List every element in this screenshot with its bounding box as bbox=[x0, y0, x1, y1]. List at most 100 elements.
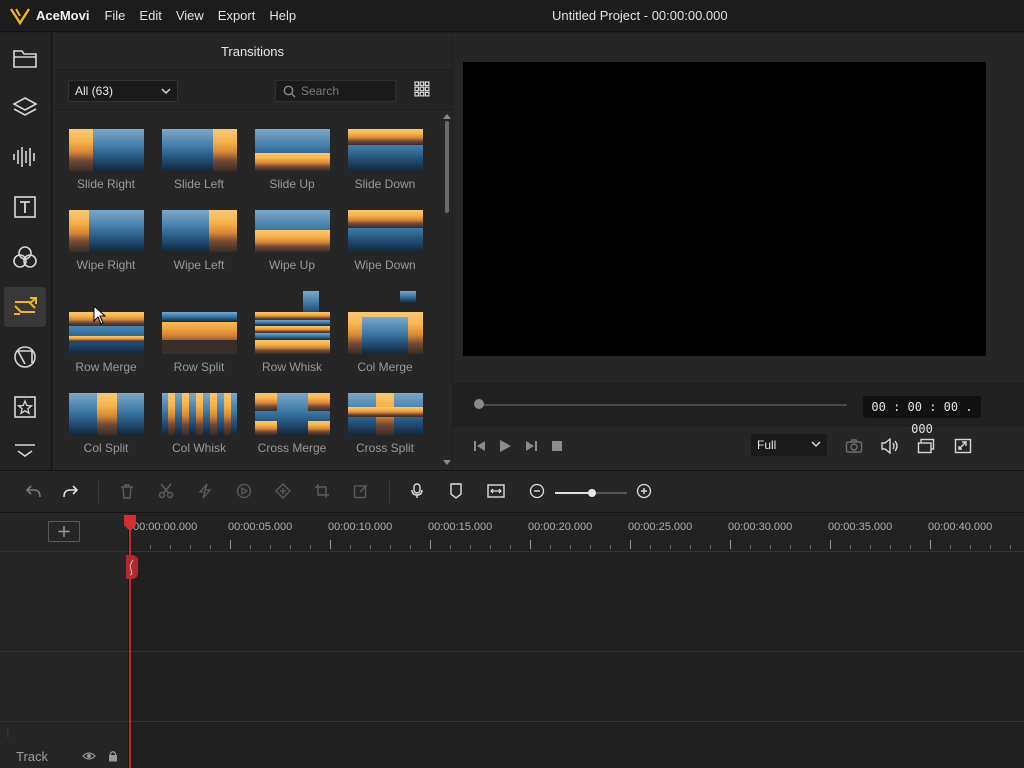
transition-item[interactable]: Cross Split bbox=[345, 393, 425, 455]
menu-export[interactable]: Export bbox=[211, 0, 263, 32]
transition-item[interactable]: Col Merge bbox=[345, 291, 425, 374]
plus-icon bbox=[58, 526, 70, 537]
category-select[interactable]: All (63) bbox=[68, 80, 178, 102]
edit-icon[interactable] bbox=[353, 483, 369, 499]
sidebar-item-overlay[interactable] bbox=[4, 337, 46, 377]
zoom-out-icon[interactable] bbox=[529, 483, 545, 499]
progress-track[interactable] bbox=[480, 404, 847, 406]
ruler-label: 00:00:05.000 bbox=[228, 521, 293, 533]
zoom-slider-handle[interactable] bbox=[588, 489, 596, 497]
transition-item[interactable]: Slide Down bbox=[345, 129, 425, 191]
thumbnail bbox=[254, 291, 330, 354]
sidebar-item-audio[interactable] bbox=[4, 137, 46, 177]
volume-icon[interactable] bbox=[880, 438, 900, 454]
grid-view-button[interactable] bbox=[414, 81, 430, 97]
ruler-tick bbox=[170, 545, 171, 549]
ruler-tick bbox=[850, 545, 851, 549]
marker-icon[interactable] bbox=[448, 483, 464, 499]
transition-item[interactable]: Slide Up bbox=[252, 129, 332, 191]
thumbnail bbox=[347, 291, 423, 354]
undo-icon[interactable] bbox=[24, 483, 42, 499]
menu-help[interactable]: Help bbox=[262, 0, 303, 32]
eye-icon[interactable] bbox=[82, 751, 96, 761]
transition-item[interactable]: Wipe Down bbox=[345, 210, 425, 272]
crop-icon[interactable] bbox=[314, 483, 330, 499]
ruler-tick bbox=[210, 545, 211, 549]
transitions-scrollbar[interactable] bbox=[442, 111, 452, 470]
scroll-up-icon bbox=[443, 114, 451, 119]
microphone-icon[interactable] bbox=[409, 483, 425, 499]
lock-icon[interactable] bbox=[108, 750, 118, 762]
sidebar-item-layers[interactable] bbox=[4, 88, 46, 128]
toolbar-divider bbox=[98, 481, 99, 503]
transition-label: Slide Right bbox=[76, 177, 136, 191]
sidebar-item-filters[interactable] bbox=[4, 237, 46, 277]
text-icon bbox=[14, 196, 36, 218]
stop-icon[interactable] bbox=[550, 439, 564, 453]
ruler-tick bbox=[630, 540, 631, 549]
ruler-tick bbox=[930, 540, 931, 549]
playhead-marker[interactable] bbox=[126, 555, 138, 579]
transition-item[interactable]: Wipe Up bbox=[252, 210, 332, 272]
ruler-tick bbox=[530, 540, 531, 549]
redo-icon[interactable] bbox=[62, 483, 80, 499]
progress-handle[interactable] bbox=[474, 399, 484, 409]
transition-item[interactable]: Row Split bbox=[159, 312, 239, 374]
split-scissors-icon[interactable] bbox=[158, 483, 174, 499]
scrollbar-thumb[interactable] bbox=[445, 121, 449, 213]
preview-zoom-select[interactable]: Full bbox=[751, 434, 827, 456]
ruler-label: 00:00:10.000 bbox=[328, 521, 393, 533]
ruler-tick bbox=[410, 545, 411, 549]
ruler-tick bbox=[230, 540, 231, 549]
thumbnail bbox=[161, 312, 237, 354]
transition-item[interactable]: Wipe Right bbox=[66, 210, 146, 272]
menu-edit[interactable]: Edit bbox=[132, 0, 168, 32]
playhead-line[interactable] bbox=[129, 515, 131, 768]
transition-grid: Slide Right Slide Left Slide Up Slide Do… bbox=[53, 111, 441, 470]
add-track-button[interactable] bbox=[48, 521, 80, 542]
fit-timeline-icon[interactable] bbox=[487, 483, 505, 499]
menu-view[interactable]: View bbox=[169, 0, 211, 32]
scissors-marker-icon bbox=[129, 559, 134, 576]
transitions-icon bbox=[14, 297, 37, 315]
pip-window-icon[interactable] bbox=[917, 438, 935, 454]
ruler-tick bbox=[690, 545, 691, 549]
transition-item[interactable]: Row Whisk bbox=[252, 291, 332, 374]
ruler-tick bbox=[150, 545, 151, 549]
ruler-tick bbox=[570, 545, 571, 549]
sticker-icon bbox=[14, 396, 36, 418]
sidebar-item-transitions[interactable] bbox=[4, 287, 46, 327]
search-input[interactable]: Search bbox=[275, 80, 396, 102]
search-icon bbox=[283, 85, 296, 98]
transition-item[interactable]: Wipe Left bbox=[159, 210, 239, 272]
transition-item[interactable]: Cross Merge bbox=[252, 393, 332, 455]
sidebar-item-media[interactable] bbox=[4, 38, 46, 78]
snapshot-camera-icon[interactable] bbox=[845, 438, 863, 454]
track-resize-handle[interactable]: ⁝ bbox=[6, 727, 10, 740]
thumbnail bbox=[254, 393, 330, 435]
sidebar-item-more[interactable] bbox=[4, 436, 46, 466]
thumbnail bbox=[161, 129, 237, 171]
sidebar-item-elements[interactable] bbox=[4, 387, 46, 427]
menu-file[interactable]: File bbox=[97, 0, 132, 32]
play-icon[interactable] bbox=[498, 439, 512, 453]
reverse-play-icon[interactable] bbox=[236, 483, 252, 499]
transition-item[interactable]: Col Whisk bbox=[159, 393, 239, 455]
transition-item[interactable]: Slide Left bbox=[159, 129, 239, 191]
transition-item[interactable]: Slide Right bbox=[66, 129, 146, 191]
previous-frame-icon[interactable] bbox=[473, 439, 487, 453]
transition-item[interactable]: Col Split bbox=[66, 393, 146, 455]
track-divider bbox=[0, 651, 1024, 652]
time-ruler[interactable]: 00:00:00.000 00:00:05.000 00:00:10.000 0… bbox=[130, 513, 1024, 551]
ruler-tick bbox=[490, 545, 491, 549]
ruler-tick bbox=[510, 545, 511, 549]
fullscreen-icon[interactable] bbox=[954, 438, 972, 454]
next-frame-icon[interactable] bbox=[524, 439, 538, 453]
delete-icon[interactable] bbox=[119, 483, 135, 499]
speed-bolt-icon[interactable] bbox=[197, 483, 213, 499]
title-bar: AceMovi File Edit View Export Help Untit… bbox=[0, 0, 1024, 32]
sidebar-item-text[interactable] bbox=[4, 187, 46, 227]
ruler-tick bbox=[270, 545, 271, 549]
keyframe-icon[interactable] bbox=[275, 483, 291, 499]
zoom-in-icon[interactable] bbox=[636, 483, 652, 499]
